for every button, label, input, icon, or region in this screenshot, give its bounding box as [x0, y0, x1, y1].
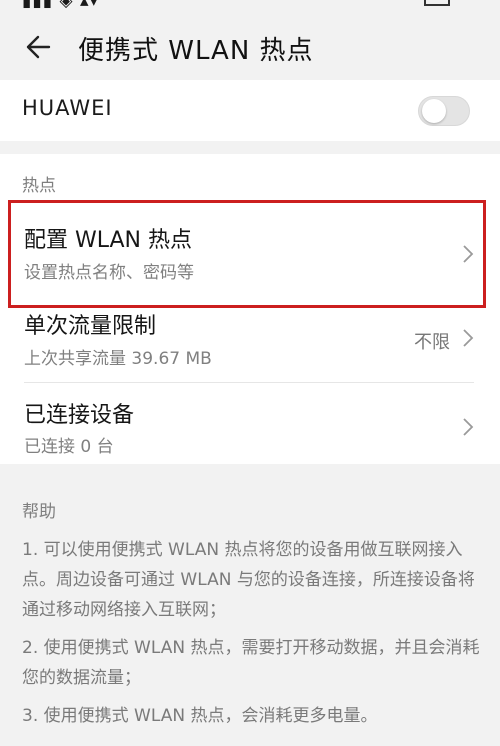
hotspot-toggle[interactable]: [418, 96, 470, 126]
help-item: 3. 使用便携式 WLAN 热点，会消耗更多电量。: [22, 706, 378, 726]
back-arrow-icon[interactable]: [22, 32, 52, 62]
battery-icon: [424, 0, 450, 6]
row-title: 单次流量限制: [24, 314, 157, 339]
highlight-box: [8, 200, 486, 308]
help-title: 帮助: [22, 502, 56, 522]
section-label-hotspot: 热点: [22, 176, 56, 196]
toggle-knob: [422, 99, 446, 123]
status-bar: ▮▮▮ ◈ ▴▾: [0, 0, 500, 14]
hotspot-switch-row[interactable]: HUAWEI: [0, 80, 500, 141]
help-item: 2. 使用便携式 WLAN 热点，需要打开移动数据，并且会消耗您的数据流量；: [22, 638, 480, 688]
signal-icon: ▮▮▮ ◈ ▴▾: [22, 0, 106, 11]
row-subtitle: 上次共享流量 39.67 MB: [24, 349, 212, 369]
chevron-right-icon: [463, 418, 474, 436]
connected-devices-row[interactable]: 已连接设备 已连接 0 台: [0, 383, 500, 464]
help-item: 1. 可以使用便携式 WLAN 热点将您的设备用做互联网接入点。周边设备可通过 …: [22, 540, 475, 620]
data-limit-row[interactable]: 单次流量限制 上次共享流量 39.67 MB 不限: [0, 308, 500, 386]
row-title: 已连接设备: [24, 403, 135, 428]
row-subtitle: 已连接 0 台: [24, 437, 114, 457]
hotspot-settings-card: 热点 配置 WLAN 热点 设置热点名称、密码等 单次流量限制 上次共享流量 3…: [0, 154, 500, 464]
page-title: 便携式 WLAN 热点: [78, 36, 314, 66]
hotspot-name-label: HUAWEI: [22, 96, 113, 120]
row-value: 不限: [414, 332, 450, 353]
header: 便携式 WLAN 热点: [0, 14, 500, 78]
chevron-right-icon: [463, 329, 474, 347]
